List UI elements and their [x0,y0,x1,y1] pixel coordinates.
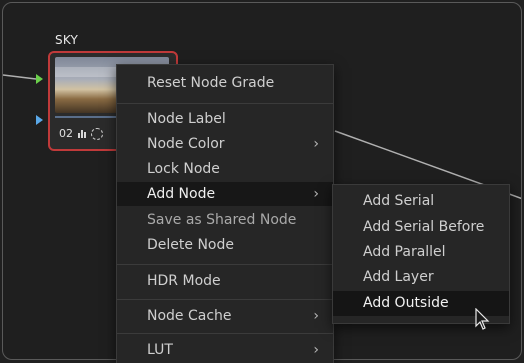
key-input-icon[interactable] [36,115,43,125]
submenu-item-add-parallel[interactable]: Add Parallel [333,240,509,265]
submenu-item-add-serial[interactable]: Add Serial [333,189,509,214]
menu-item-node-label[interactable]: Node Label [117,107,333,131]
menu-item-reset-node-grade[interactable]: Reset Node Grade [117,71,333,95]
menu-item-node-color[interactable]: Node Color › [117,132,333,156]
menu-separator [117,299,333,300]
node-context-menu: Reset Node Grade Node Label Node Color › … [116,64,334,363]
submenu-item-add-layer[interactable]: Add Layer [333,265,509,290]
menu-item-hdr-mode[interactable]: HDR Mode [117,269,333,293]
chevron-right-icon: › [313,186,319,202]
mouse-cursor-icon [475,308,490,330]
chevron-right-icon: › [313,136,319,152]
menu-item-save-as-shared-node[interactable]: Save as Shared Node [117,208,333,232]
add-node-submenu: Add Serial Add Serial Before Add Paralle… [332,184,510,324]
menu-item-delete-node[interactable]: Delete Node [117,233,333,257]
chevron-right-icon: › [313,308,319,324]
submenu-item-add-serial-before[interactable]: Add Serial Before [333,215,509,240]
menu-item-node-cache[interactable]: Node Cache › [117,304,333,328]
rgb-input-icon[interactable] [36,74,43,84]
menu-item-lut[interactable]: LUT › [117,338,333,362]
menu-separator [117,103,333,104]
histogram-icon [78,129,86,138]
node-title: SKY [55,33,78,47]
node-footer: 02 [59,127,103,140]
menu-separator [117,333,333,334]
cache-icon [91,127,103,140]
menu-separator [117,264,333,265]
node-number: 02 [59,127,73,140]
menu-item-lock-node[interactable]: Lock Node [117,157,333,181]
menu-item-add-node[interactable]: Add Node › [117,182,333,206]
chevron-right-icon: › [313,342,319,358]
